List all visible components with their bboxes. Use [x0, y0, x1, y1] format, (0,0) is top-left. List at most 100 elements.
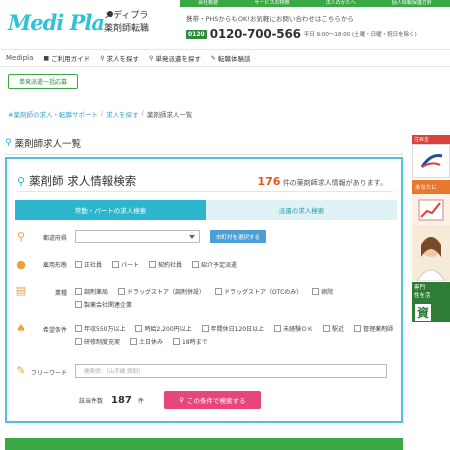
prefecture-controls: 市町村を選択する [75, 230, 397, 243]
job-count: 176 件の薬剤師求人情報があります。 [257, 175, 387, 188]
checkbox-box[interactable] [323, 325, 331, 332]
facility-option-label: 製薬会社関連企業 [84, 302, 133, 309]
facility-option-label: ドラッグストア（調剤併設） [127, 289, 206, 296]
checkbox-box[interactable] [215, 288, 223, 295]
breadcrumb-job-search[interactable]: 求人を探す [106, 109, 139, 119]
search-panel-header: ⚲ 薬剤師 求人情報検索 176 件の薬剤師求人情報があります。 [17, 173, 393, 189]
company-logo-icon [420, 154, 443, 168]
nav-item-guide[interactable]: ■ ご利用ガイド [43, 53, 91, 64]
result-count-number: 187 [111, 394, 132, 406]
municipality-select-button[interactable]: 市町村を選択する [210, 230, 267, 243]
checkbox-box[interactable] [173, 338, 181, 345]
checkbox-box[interactable] [75, 288, 82, 295]
freeword-label: フリーワード [30, 370, 67, 377]
checkbox-box[interactable] [75, 325, 82, 332]
condition-checkbox[interactable]: 管理薬剤師 [354, 324, 393, 333]
condition-checkbox[interactable]: 年間休日120日以上 [201, 324, 265, 333]
condition-option-label: 未経験ＯＫ [283, 326, 314, 333]
job-count-number: 176 [257, 175, 281, 188]
nav-item-stories[interactable]: ✎ 転職体験談 [210, 53, 251, 64]
checkbox-box[interactable] [192, 261, 200, 268]
header-note: 携帯・PHSからもOK!お気軽にお問い合わせはこちらから [186, 15, 354, 23]
freedial-badge: 0120 [186, 29, 207, 39]
bulk-apply-button[interactable]: 単発派遣一括応募 [8, 74, 78, 89]
nav-item-guide-label: ご利用ガイド [51, 55, 91, 63]
breadcrumb-home[interactable]: #薬剤師の求人・転職サポート [8, 109, 98, 119]
site-logo[interactable]: Medi Pla [8, 10, 113, 35]
job-count-suffix: 件の薬剤師求人情報があります。 [282, 179, 387, 187]
facility-checkbox-pharma-company[interactable]: 製薬会社関連企業 [75, 300, 132, 309]
condition-checkbox[interactable]: 駅近 [323, 324, 344, 333]
search-submit-label: この条件で検索する [187, 397, 246, 405]
condition-checkbox[interactable]: 時給2,200円以上 [135, 324, 192, 333]
top-link-corporate[interactable]: 法人のかたへ [326, 0, 356, 7]
search-icon: ⚲ [100, 54, 105, 62]
qualification-char: 資 [415, 303, 432, 321]
person-icon: ● [16, 258, 26, 271]
recommend-banner[interactable]: あなたに [412, 180, 450, 226]
prefecture-select[interactable] [75, 230, 200, 243]
nav-item-job-search[interactable]: ⚲ 求人を探す [100, 53, 139, 64]
condition-option-label: 管理薬剤師 [363, 326, 394, 333]
checkbox-box[interactable] [118, 288, 126, 295]
tab-temp-staffing[interactable]: 派遣の求人検索 [206, 200, 397, 220]
employment-checkbox-fulltime[interactable]: 正社員 [75, 260, 102, 269]
facility-checkbox-drugstore-otc[interactable]: ドラッグストア（OTCのみ） [215, 287, 302, 296]
freeword-input[interactable]: 検索例：［山手線 調剤］ [75, 364, 387, 378]
condition-checkbox[interactable]: 未経験ＯＫ [274, 324, 313, 333]
employment-option-label: 正社員 [84, 262, 103, 269]
person-photo-icon [416, 237, 446, 281]
top-links-bar: 会社概要 サービスの特徴 法人のかたへ 個人情報保護方針 [180, 0, 450, 7]
condition-checkbox[interactable]: 18時まで [173, 337, 208, 346]
condition-checkbox[interactable]: 研修制度充実 [75, 337, 120, 346]
checkbox-box[interactable] [112, 261, 120, 268]
search-tabs: 常勤・パートの求人検索 派遣の求人検索 [15, 200, 397, 220]
employment-option-label: 紹介予定派遣 [201, 262, 238, 269]
employment-checkbox-contract[interactable]: 契約社員 [149, 260, 182, 269]
facility-checkbox-hospital[interactable]: 病院 [312, 287, 333, 296]
tab-fulltime-parttime[interactable]: 常勤・パートの求人検索 [15, 200, 206, 220]
company-logo [412, 144, 450, 178]
facility-option-label: 調剤薬局 [84, 289, 109, 296]
featured-company-banner[interactable]: 注目企 [412, 135, 450, 178]
qualification-box: 資 [412, 302, 450, 322]
checkbox-box[interactable] [135, 325, 143, 332]
employment-checkbox-parttime[interactable]: パート [112, 260, 139, 269]
condition-option-label: 年収550万以上 [84, 326, 126, 333]
condition-checkbox[interactable]: 年収550万以上 [75, 324, 125, 333]
checkbox-box[interactable] [75, 338, 82, 345]
checkbox-box[interactable] [75, 301, 82, 308]
nav-item-temp-search-label: 単発派遣を探す [155, 55, 201, 63]
pencil-icon: ✎ [210, 54, 216, 62]
conditions-label: 希望条件 [42, 327, 67, 334]
brand-line-2: 薬剤師転職 [104, 24, 150, 34]
nav-item-temp-search[interactable]: ⚲ 単発派遣を探す [149, 53, 201, 64]
facility-options: 調剤薬局 ドラッグストア（調剤併設） ドラッグストア（OTCのみ） 病院 製薬会… [75, 284, 397, 309]
facility-row: ▤ 業種 調剤薬局 ドラッグストア（調剤併設） ドラッグストア（OTCのみ） 病… [15, 284, 397, 309]
pencil-icon: ✎ [16, 364, 26, 377]
top-link-company[interactable]: 会社概要 [198, 0, 218, 7]
search-submit-button[interactable]: ⚲ この条件で検索する [163, 391, 261, 409]
nav-brand[interactable]: Medipla [6, 54, 33, 62]
checkbox-box[interactable] [201, 325, 209, 332]
facility-checkbox-pharmacy[interactable]: 調剤薬局 [75, 287, 108, 296]
employment-checkbox-temp-to-hire[interactable]: 紹介予定派遣 [192, 260, 237, 269]
employment-option-label: 契約社員 [158, 262, 183, 269]
condition-option-label: 年間休日120日以上 [210, 326, 265, 333]
facility-checkbox-drugstore-dispensing[interactable]: ドラッグストア（調剤併設） [118, 287, 205, 296]
expertise-banner[interactable]: 専門 性を活 資 [412, 282, 450, 322]
checkbox-box[interactable] [149, 261, 157, 268]
job-search-panel: ⚲ 薬剤師 求人情報検索 176 件の薬剤師求人情報があります。 常勤・パートの… [5, 157, 403, 423]
top-link-privacy[interactable]: 個人情報保護方針 [392, 0, 432, 7]
condition-option-label: 研修制度充実 [84, 339, 121, 346]
checkbox-box[interactable] [130, 338, 138, 345]
page-title: 薬剤師求人一覧 [14, 139, 82, 150]
checkbox-box[interactable] [312, 288, 320, 295]
checkbox-box[interactable] [354, 325, 362, 332]
top-link-features[interactable]: サービスの特徴 [254, 0, 289, 7]
breadcrumb-separator: / [100, 109, 104, 117]
checkbox-box[interactable] [75, 261, 82, 268]
phone-number[interactable]: 0120-700-566 [210, 27, 301, 41]
condition-checkbox[interactable]: 土日休み [130, 337, 163, 346]
checkbox-box[interactable] [274, 325, 282, 332]
